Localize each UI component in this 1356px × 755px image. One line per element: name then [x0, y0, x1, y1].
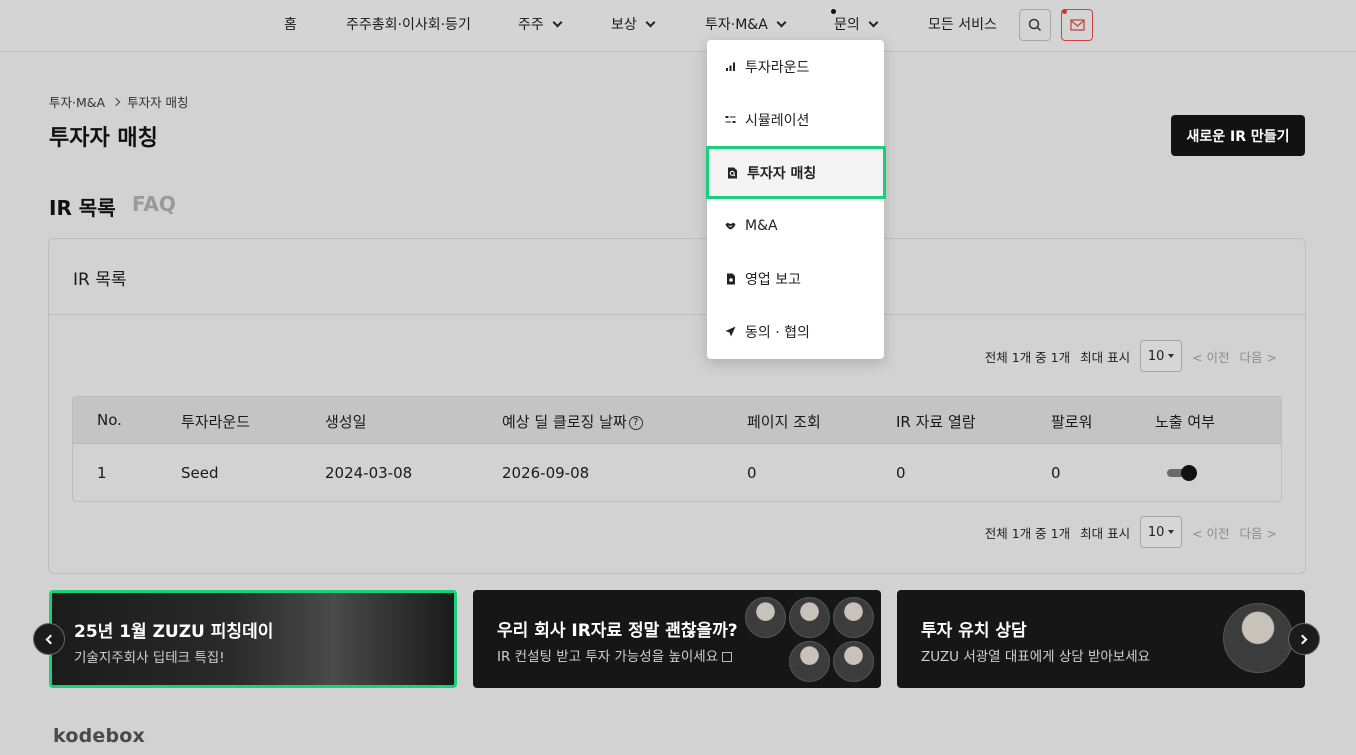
menu-item-ma[interactable]: M&A — [707, 199, 884, 252]
nav-item-compensation[interactable]: 보상 — [611, 14, 656, 34]
tab-ir-list[interactable]: IR 목록 — [49, 192, 116, 221]
banner-title: 투자 유치 상담 — [921, 621, 1027, 641]
column-header: 예상 딜 클로징 날짜? — [502, 411, 643, 432]
nav-item-all-services[interactable]: 모든 서비스 — [928, 14, 997, 34]
next-page-button[interactable]: 다음 > — [1240, 523, 1277, 542]
breadcrumb-parent[interactable]: 투자·M&A — [49, 92, 105, 111]
page-size-select[interactable]: 10 — [1140, 516, 1183, 548]
caret-down-icon — [1168, 530, 1175, 534]
column-header: IR 자료 열람 — [896, 413, 976, 431]
chevron-left-icon — [45, 634, 56, 644]
handshake-icon — [725, 220, 736, 231]
menu-item-sales-report[interactable]: 영업 보고 — [707, 252, 884, 305]
carousel-prev-button[interactable] — [33, 623, 65, 655]
column-header: 투자라운드 — [181, 413, 251, 431]
bar-chart-icon — [725, 61, 736, 72]
chevron-down-icon — [776, 17, 787, 27]
mail-button[interactable] — [1061, 9, 1093, 41]
table-header — [73, 397, 1281, 444]
card-title: IR 목록 — [73, 270, 127, 290]
page-size-select[interactable]: 10 — [1140, 340, 1183, 372]
avatar — [1223, 603, 1293, 673]
document-search-icon — [727, 167, 738, 178]
nav-item-home[interactable]: 홈 — [284, 14, 297, 34]
avatar — [745, 597, 786, 638]
nav-item-meetings[interactable]: 주주총회·이사회·등기 — [346, 14, 471, 34]
sliders-icon — [725, 114, 736, 125]
cell-no: 1 — [97, 464, 107, 482]
banner-subtitle: 기술지주회사 딥테크 특집! — [74, 650, 225, 666]
pagination-bottom: 전체 1개 중 1개 최대 표시 10 < 이전 다음 > — [985, 516, 1277, 548]
nav-item-investment[interactable]: 투자·M&A — [705, 14, 787, 34]
banner-consultation[interactable]: 투자 유치 상담 ZUZU 서광열 대표에게 상담 받아보세요 — [897, 590, 1305, 688]
footer-logo: kodebox — [53, 725, 145, 747]
chevron-right-icon — [111, 97, 121, 106]
cell-round: Seed — [181, 464, 219, 482]
pagination-top: 전체 1개 중 1개 최대 표시 10 < 이전 다음 > — [985, 340, 1277, 372]
banner-subtitle: IR 컨설팅 받고 투자 가능성을 높이세요 — [497, 645, 733, 665]
cell-followers: 0 — [1051, 464, 1061, 482]
nav-item-inquiry[interactable]: 문의 — [834, 14, 879, 34]
chevron-right-icon — [1297, 634, 1308, 644]
investment-dropdown-menu: 투자라운드 시뮬레이션 투자자 매칭 M&A 영업 보고 동의 · 협의 — [706, 40, 886, 359]
cell-closing: 2026-09-08 — [502, 464, 590, 482]
avatar — [789, 597, 830, 638]
search-button[interactable] — [1019, 9, 1051, 41]
page-size-label: 최대 표시 — [1080, 525, 1131, 541]
ir-list-card: IR 목록 전체 1개 중 1개 최대 표시 10 < 이전 다음 > No. … — [48, 238, 1306, 574]
send-icon — [725, 326, 736, 337]
banner-ir-consulting[interactable]: 우리 회사 IR자료 정말 괜찮을까? IR 컨설팅 받고 투자 가능성을 높이… — [473, 590, 881, 688]
page-size-label: 최대 표시 — [1080, 349, 1131, 365]
banner-pitching-day[interactable]: 25년 1월 ZUZU 피칭데이 기술지주회사 딥테크 특집! — [49, 590, 457, 688]
breadcrumb: 투자·M&A 투자자 매칭 — [49, 92, 189, 111]
card-divider — [49, 314, 1305, 315]
menu-item-investment-round[interactable]: 투자라운드 — [707, 40, 884, 93]
banner-title: 우리 회사 IR자료 정말 괜찮을까? — [497, 621, 738, 641]
chevron-down-icon — [868, 17, 879, 27]
menu-item-simulation[interactable]: 시뮬레이션 — [707, 93, 884, 146]
tab-faq[interactable]: FAQ — [132, 192, 176, 216]
nav-item-shareholders[interactable]: 주주 — [518, 14, 563, 34]
create-ir-button[interactable]: 새로운 IR 만들기 — [1171, 115, 1305, 156]
column-header: 생성일 — [325, 413, 367, 431]
top-navigation: 홈 주주총회·이사회·등기 주주 보상 투자·M&A 문의 모든 서비스 — [0, 0, 1356, 52]
pagination-summary: 전체 1개 중 1개 — [984, 525, 1071, 541]
mail-icon — [1069, 19, 1085, 31]
column-header: No. — [97, 411, 122, 429]
banner-title: 25년 1월 ZUZU 피칭데이 — [74, 622, 274, 642]
cell-created: 2024-03-08 — [325, 464, 413, 482]
column-header: 노출 여부 — [1155, 413, 1215, 431]
cell-views: 0 — [747, 464, 757, 482]
report-icon — [725, 273, 736, 284]
avatar — [789, 641, 830, 682]
chevron-down-icon — [552, 17, 563, 27]
external-link-icon — [722, 652, 733, 662]
chevron-down-icon — [645, 17, 656, 27]
prev-page-button[interactable]: < 이전 — [1192, 347, 1229, 366]
ir-table: No. 투자라운드 생성일 예상 딜 클로징 날짜? 페이지 조회 IR 자료 … — [72, 396, 1282, 502]
menu-item-investor-matching[interactable]: 투자자 매칭 — [706, 146, 886, 199]
exposure-toggle[interactable] — [1167, 465, 1197, 481]
help-icon[interactable]: ? — [628, 415, 643, 430]
caret-down-icon — [1168, 354, 1175, 358]
page-title: 투자자 매칭 — [49, 126, 158, 151]
menu-item-agreement[interactable]: 동의 · 협의 — [707, 305, 884, 358]
mail-badge — [1062, 9, 1067, 14]
column-header: 페이지 조회 — [747, 413, 821, 431]
cell-ir-views: 0 — [896, 464, 906, 482]
column-header: 팔로워 — [1051, 413, 1093, 431]
pagination-summary: 전체 1개 중 1개 — [984, 349, 1071, 365]
avatar — [833, 641, 874, 682]
banner-subtitle: ZUZU 서광열 대표에게 상담 받아보세요 — [921, 649, 1151, 665]
carousel-next-button[interactable] — [1288, 623, 1320, 655]
next-page-button[interactable]: 다음 > — [1240, 347, 1277, 366]
avatar — [833, 597, 874, 638]
search-icon — [1028, 18, 1042, 32]
prev-page-button[interactable]: < 이전 — [1192, 523, 1229, 542]
breadcrumb-current: 투자자 매칭 — [127, 95, 189, 110]
